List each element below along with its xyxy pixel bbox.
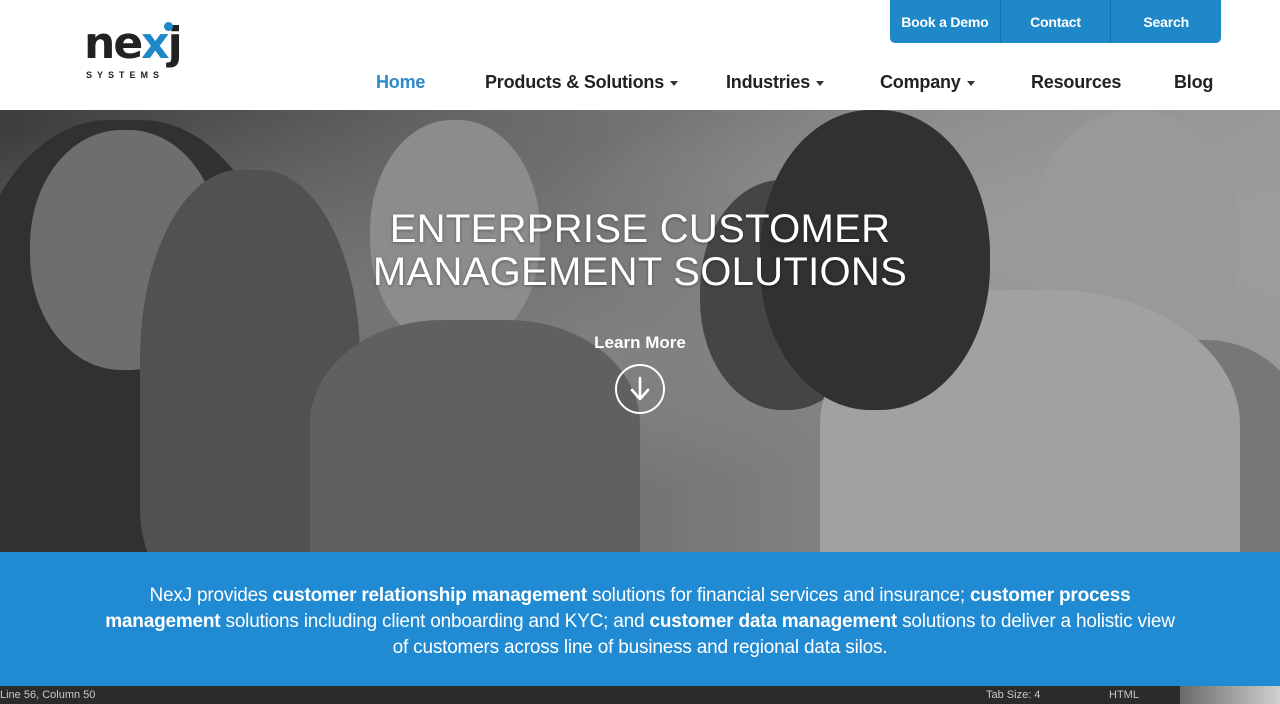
intro-band: NexJ provides customer relationship mana… xyxy=(0,552,1280,686)
arrow-down-circle-icon[interactable] xyxy=(615,364,665,414)
caret-down-icon xyxy=(670,80,679,86)
intro-text: NexJ provides customer relationship mana… xyxy=(105,585,1175,658)
search-button[interactable]: Search xyxy=(1110,0,1221,43)
window-shadow xyxy=(1180,686,1280,704)
crm-highlight[interactable]: customer relationship management xyxy=(272,585,587,606)
hero-title: ENTERPRISE CUSTOMER MANAGEMENT SOLUTIONS xyxy=(0,208,1280,294)
hero-banner: ENTERPRISE CUSTOMER MANAGEMENT SOLUTIONS… xyxy=(0,110,1280,552)
cursor-position: Line 56, Column 50 xyxy=(0,689,96,701)
site-header: nexj SYSTEMS Book a Demo Contact Search … xyxy=(0,0,1280,110)
logo-dot xyxy=(164,22,173,31)
nav-item-industries[interactable]: Industries xyxy=(726,72,825,93)
tab-size-selector[interactable]: Tab Size: 4 xyxy=(986,686,1040,704)
contact-button[interactable]: Contact xyxy=(999,0,1111,43)
nav-item-products-solutions[interactable]: Products & Solutions xyxy=(485,72,679,93)
language-selector[interactable]: HTML xyxy=(1109,686,1139,704)
nav-item-company[interactable]: Company xyxy=(880,72,975,93)
nav-item-resources[interactable]: Resources xyxy=(1031,72,1121,93)
hero-title-line: MANAGEMENT SOLUTIONS xyxy=(372,250,908,294)
book-a-demo-button[interactable]: Book a Demo xyxy=(890,0,1000,43)
hero-overlay xyxy=(0,110,1280,552)
cdm-highlight[interactable]: customer data management xyxy=(649,611,897,632)
nav-item-home[interactable]: Home xyxy=(376,72,425,93)
editor-status-bar: Line 56, Column 50 Tab Size: 4 HTML xyxy=(0,686,1280,704)
hero-title-line: ENTERPRISE CUSTOMER xyxy=(389,207,891,251)
caret-down-icon xyxy=(966,80,975,86)
nav-item-blog[interactable]: Blog xyxy=(1174,72,1213,93)
caret-down-icon xyxy=(816,80,825,86)
learn-more-label[interactable]: Learn More xyxy=(0,333,1280,353)
utility-nav: Book a Demo Contact Search xyxy=(890,0,1221,43)
main-nav: Home Products & Solutions Industries Com… xyxy=(0,72,1280,98)
